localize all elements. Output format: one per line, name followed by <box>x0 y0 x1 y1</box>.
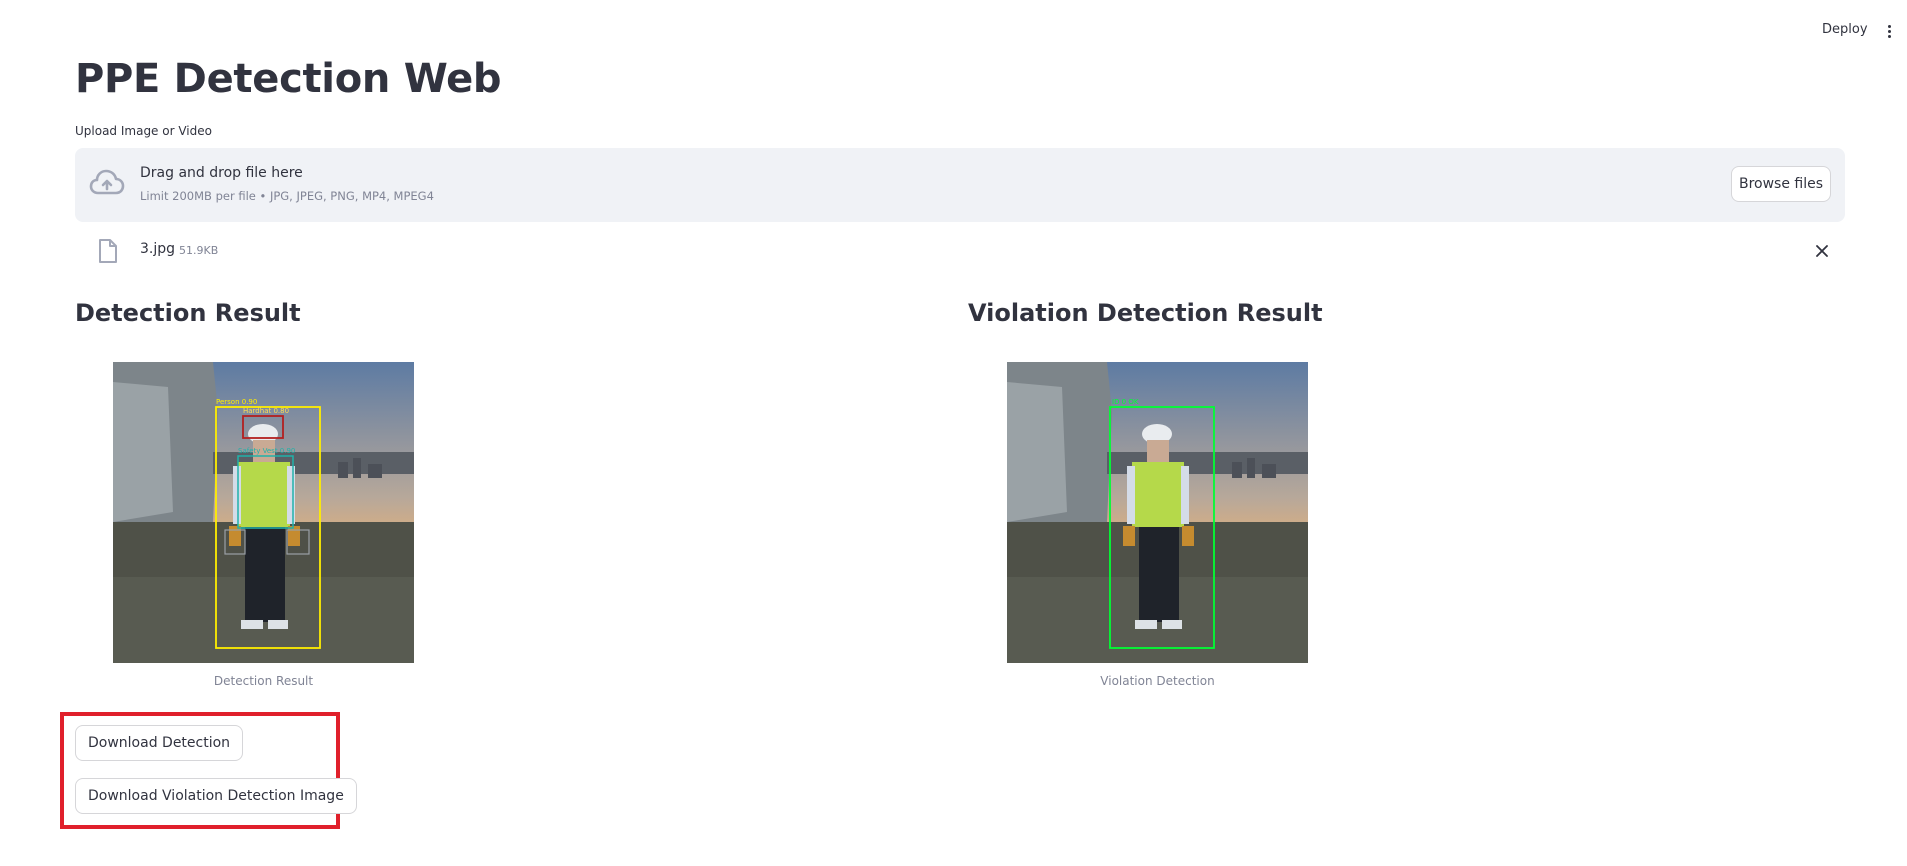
cloud-upload-icon <box>89 169 125 195</box>
hardhat-label: Hardhat 0.80 <box>243 407 289 415</box>
file-name: 3.jpg <box>140 241 176 257</box>
download-violation-button[interactable]: Download Violation Detection Image <box>75 778 357 814</box>
page-title: PPE Detection Web <box>75 56 502 102</box>
detection-caption: Detection Result <box>213 674 314 688</box>
file-size: 51.9KB <box>179 244 219 257</box>
uploader-label: Upload Image or Video <box>75 124 212 138</box>
browse-files-button[interactable]: Browse files <box>1731 166 1831 202</box>
file-icon <box>99 239 117 263</box>
violation-result-image: ID 0 OK <box>1007 362 1308 663</box>
dropzone-limit: Limit 200MB per file • JPG, JPEG, PNG, M… <box>140 189 434 203</box>
close-icon[interactable] <box>1812 241 1832 261</box>
violation-result-heading: Violation Detection Result <box>968 299 1323 327</box>
dropzone-title: Drag and drop file here <box>140 165 303 181</box>
vest-label: Safety Vest 0.90 <box>238 447 295 455</box>
person-label: Person 0.90 <box>216 398 257 406</box>
violation-person-label: ID 0 OK <box>1112 398 1139 406</box>
violation-caption: Violation Detection <box>1100 674 1215 688</box>
file-dropzone[interactable]: Drag and drop file here Limit 200MB per … <box>75 148 1845 222</box>
app-header: Deploy <box>0 0 1907 60</box>
detection-result-heading: Detection Result <box>75 299 301 327</box>
detection-result-image: Person 0.90 Hardhat 0.80 Safety Vest 0.9… <box>113 362 414 663</box>
kebab-menu-icon[interactable] <box>1880 22 1898 40</box>
uploaded-file-row: 3.jpg 51.9KB <box>75 236 1845 266</box>
deploy-button[interactable]: Deploy <box>1822 22 1868 37</box>
download-detection-button[interactable]: Download Detection <box>75 725 244 761</box>
